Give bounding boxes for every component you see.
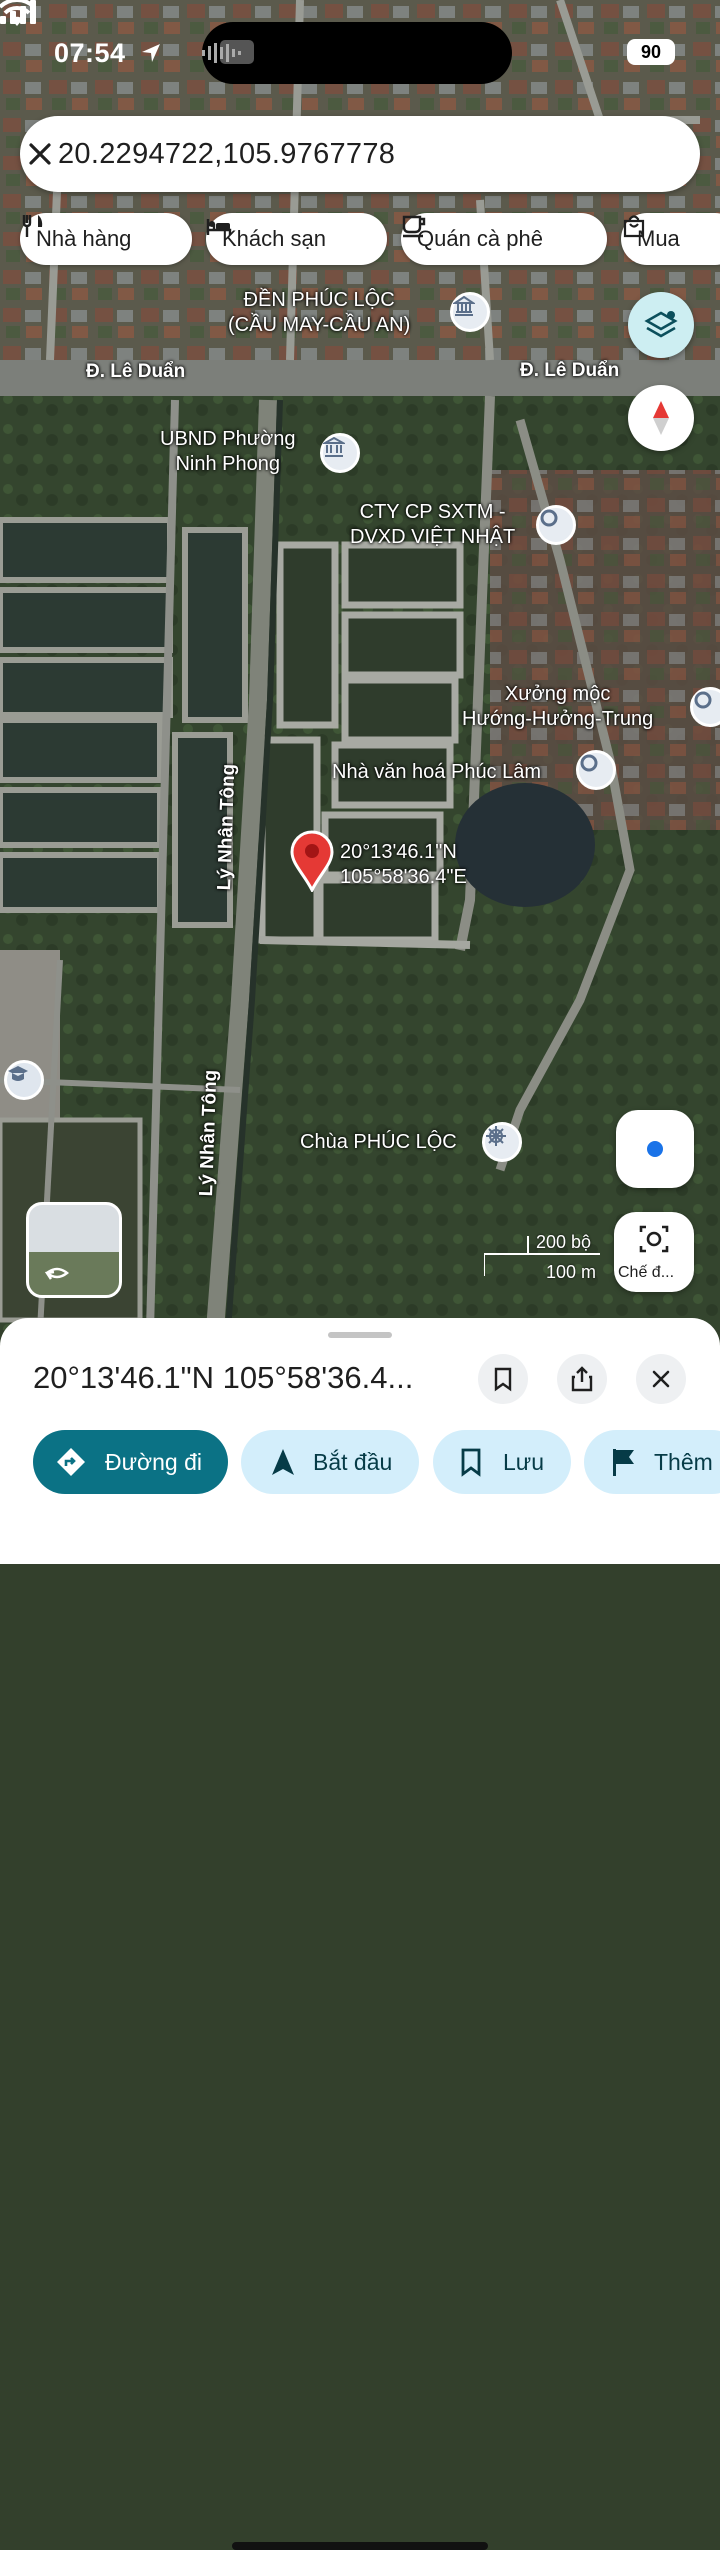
chip-shopping[interactable]: Mua xyxy=(621,213,720,265)
wifi-icon xyxy=(0,0,34,26)
poi-line: (CẦU MAY-CẦU AN) xyxy=(228,314,411,336)
compass-button[interactable] xyxy=(628,385,694,451)
layers-icon xyxy=(644,311,678,338)
fork-knife-icon xyxy=(22,215,43,237)
close-sheet-button[interactable] xyxy=(636,1354,686,1404)
poi-label[interactable]: CTY CP SXTM - DVXD VIỆT NHẬT xyxy=(350,500,515,550)
layers-button[interactable] xyxy=(628,292,694,358)
my-location-button[interactable] xyxy=(616,1110,694,1188)
camera-mode-button[interactable]: Chế đ... xyxy=(614,1212,694,1292)
pin-lng: 105°58'36.4"E xyxy=(340,866,467,888)
poi-line: Hướng-Hưởng-Trung xyxy=(462,708,654,730)
road-label: Lý Nhân Tông xyxy=(196,1069,222,1197)
coffee-cup-icon xyxy=(402,215,426,238)
action-label: Đường đi xyxy=(105,1448,202,1475)
bookmark-button[interactable] xyxy=(478,1354,528,1404)
action-label: Bắt đầu xyxy=(313,1448,393,1475)
navigation-arrow-icon xyxy=(272,1449,294,1475)
chip-hotels[interactable]: Khách sạn xyxy=(206,213,387,265)
red-location-pin-icon[interactable] xyxy=(290,830,334,892)
satellite-map[interactable]: 07:54 90 20.2294722,105.9767778 Nhà hàng xyxy=(0,0,720,1330)
poi-line: DVXD VIỆT NHẬT xyxy=(350,526,516,548)
category-chips: Nhà hàng Khách sạn Quán cà phê Mua xyxy=(20,213,720,265)
action-label: Lưu xyxy=(503,1448,544,1475)
more-button[interactable]: Thêm xyxy=(584,1430,720,1494)
poi-line: ĐỀN PHÚC LỘC xyxy=(243,289,395,311)
chip-coffee[interactable]: Quán cà phê xyxy=(401,213,607,265)
directions-button[interactable]: Đường đi xyxy=(33,1430,228,1494)
place-title: 20°13'46.1"N 105°58'36.4... xyxy=(33,1360,414,1395)
search-query[interactable]: 20.2294722,105.9767778 xyxy=(58,138,395,171)
poi-label[interactable]: UBND Phường Ninh Phong xyxy=(160,427,295,477)
map-scale: 200 bộ 100 m xyxy=(484,1232,604,1282)
camera-scan-icon xyxy=(639,1225,669,1253)
pin-lat: 20°13'46.1"N xyxy=(340,841,457,863)
chip-label: Khách sạn xyxy=(222,226,326,251)
bookmark-icon xyxy=(461,1448,481,1477)
compass-icon xyxy=(653,401,669,435)
location-pin-icon[interactable] xyxy=(576,750,616,790)
chip-label: Nhà hàng xyxy=(36,226,132,251)
search-bar[interactable]: 20.2294722,105.9767778 xyxy=(20,116,700,192)
home-indicator[interactable] xyxy=(232,2542,488,2550)
share-icon xyxy=(571,1366,593,1392)
road-label: Đ. Lê Duẩn xyxy=(86,361,186,382)
camera-mode-label: Chế đ... xyxy=(618,1264,675,1281)
save-button[interactable]: Lưu xyxy=(433,1430,571,1494)
rotate-360-icon xyxy=(44,1267,70,1280)
poi-line: Ninh Phong xyxy=(175,453,280,475)
chip-label: Quán cà phê xyxy=(417,226,543,251)
close-icon[interactable] xyxy=(20,134,60,174)
scale-imperial: 200 bộ xyxy=(536,1232,592,1252)
pagoda-wheel-icon[interactable] xyxy=(482,1122,522,1162)
bed-icon xyxy=(206,219,232,235)
directions-icon xyxy=(57,1448,85,1476)
road-label: Lý Nhân Tông xyxy=(214,763,240,891)
blue-dot-icon xyxy=(647,1141,663,1157)
close-icon xyxy=(652,1370,670,1388)
temple-icon[interactable] xyxy=(450,292,490,332)
place-sheet: 20°13'46.1"N 105°58'36.4... Đường đi Bắt… xyxy=(0,1318,720,2550)
chip-restaurants[interactable]: Nhà hàng xyxy=(20,213,192,265)
flag-icon xyxy=(613,1449,634,1476)
share-button[interactable] xyxy=(557,1354,607,1404)
poi-line: UBND Phường xyxy=(160,428,296,450)
poi-label[interactable]: Xưởng mộc Hướng-Hưởng-Trung xyxy=(462,682,653,732)
poi-label[interactable]: Nhà văn hoá Phúc Lâm xyxy=(332,760,541,785)
poi-line: Xưởng mộc xyxy=(504,683,611,705)
poi-label[interactable]: Chùa PHÚC LỘC xyxy=(300,1130,457,1155)
poi-label[interactable]: ĐỀN PHÚC LỘC (CẦU MAY-CẦU AN) xyxy=(228,288,410,338)
pin-coordinates: 20°13'46.1"N 105°58'36.4"E xyxy=(340,840,467,890)
poi-line: CTY CP SXTM - xyxy=(359,501,506,523)
status-bar: 07:54 90 xyxy=(0,0,720,100)
school-icon[interactable] xyxy=(4,1060,44,1100)
audio-waveform-icon xyxy=(202,43,241,63)
road-label: Đ. Lê Duẩn xyxy=(520,360,620,381)
location-pin-icon[interactable] xyxy=(536,505,576,545)
street-view-thumbnail[interactable] xyxy=(26,1202,122,1298)
battery-indicator: 90 xyxy=(627,39,675,65)
government-icon[interactable] xyxy=(320,433,360,473)
scale-metric: 100 m xyxy=(546,1262,597,1282)
location-arrow-icon xyxy=(142,44,160,62)
bookmark-icon xyxy=(494,1367,512,1392)
start-button[interactable]: Bắt đầu xyxy=(241,1430,419,1494)
status-time: 07:54 xyxy=(54,38,126,68)
drag-handle[interactable] xyxy=(328,1332,392,1338)
dynamic-island xyxy=(202,22,512,84)
shopping-bag-icon xyxy=(623,215,645,238)
action-label: Thêm xyxy=(654,1448,713,1475)
